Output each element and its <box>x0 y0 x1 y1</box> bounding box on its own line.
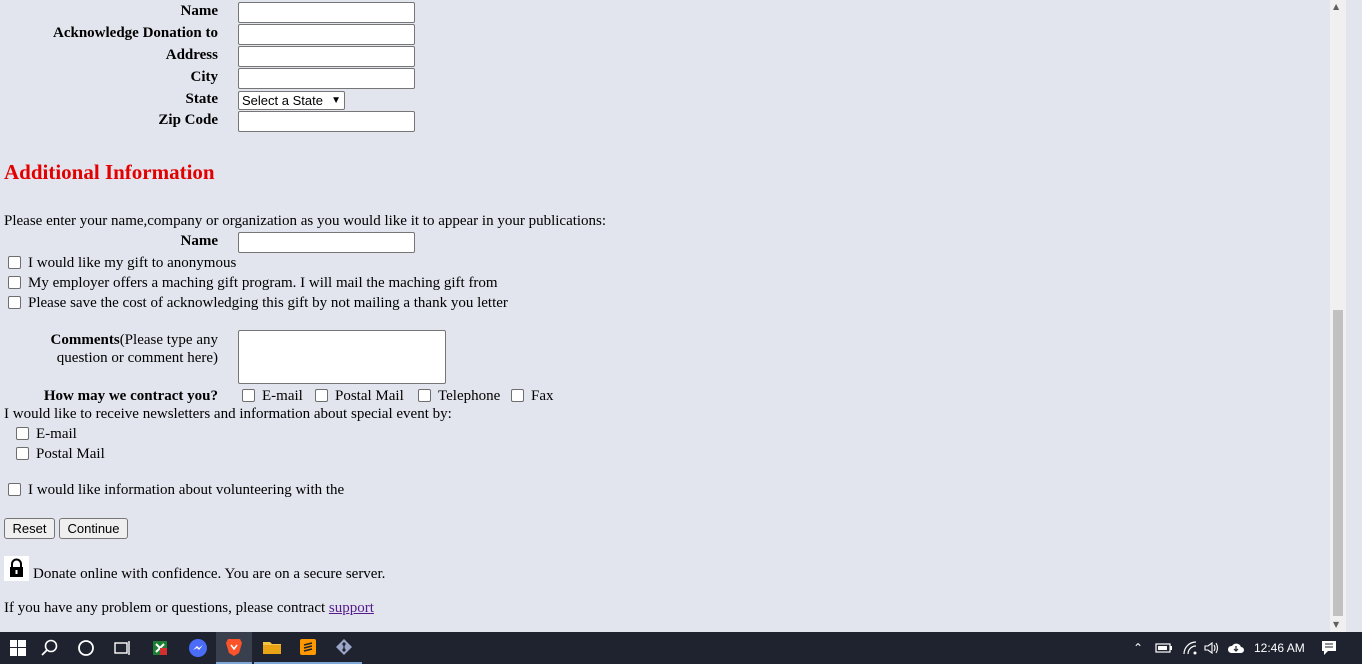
chevron-down-icon: ▼ <box>331 95 341 106</box>
intro-text: Please enter your name,company or organi… <box>4 213 607 229</box>
acknowledge-field[interactable] <box>238 24 415 45</box>
address-label: Address <box>165 47 218 63</box>
contact-email-label: E-mail <box>262 388 303 404</box>
cortana-icon[interactable] <box>68 632 104 664</box>
contact-telephone-checkbox[interactable] <box>418 389 431 402</box>
spreadsheet-app-icon[interactable] <box>142 632 178 664</box>
anonymous-checkbox[interactable] <box>8 256 21 269</box>
contact-telephone-label: Telephone <box>438 388 501 404</box>
save-cost-label: Please save the cost of acknowledging th… <box>28 295 508 311</box>
comments-label-bold: Comments <box>50 332 120 348</box>
contact-postal-checkbox[interactable] <box>315 389 328 402</box>
name-field[interactable] <box>238 2 415 23</box>
notification-center-icon[interactable] <box>1312 632 1346 664</box>
search-icon[interactable] <box>32 632 68 664</box>
comments-label: Comments(Please type any question or com… <box>51 331 218 367</box>
volunteer-checkbox[interactable] <box>8 483 21 496</box>
comments-label-rest: (Please type any <box>119 332 218 348</box>
zip-label: Zip Code <box>158 112 218 128</box>
city-field[interactable] <box>238 68 415 89</box>
reset-button[interactable]: Reset <box>4 518 55 539</box>
zip-field[interactable] <box>238 111 415 132</box>
volunteer-label: I would like information about volunteer… <box>28 482 345 498</box>
scrollbar-thumb[interactable] <box>1333 310 1343 616</box>
scroll-up-arrow-icon[interactable]: ▲ <box>1333 2 1339 11</box>
newsletter-postal-checkbox[interactable] <box>16 447 29 460</box>
scroll-down-arrow-icon[interactable]: ▼ <box>1333 620 1339 629</box>
newsletter-intro: I would like to receive newsletters and … <box>4 406 452 422</box>
city-label: City <box>190 69 219 85</box>
sublime-text-icon[interactable] <box>290 632 326 664</box>
lock-icon <box>4 556 29 581</box>
comments-label-line2: question or comment here) <box>56 350 218 366</box>
web-page: Name Acknowledge Donation to Address Cit… <box>0 0 1346 632</box>
task-view-icon[interactable] <box>104 632 140 664</box>
comments-textarea[interactable] <box>238 330 446 384</box>
newsletter-email-label: E-mail <box>36 426 77 442</box>
address-field[interactable] <box>238 46 415 67</box>
secure-text: Donate online with confidence. You are o… <box>33 566 386 582</box>
save-cost-checkbox[interactable] <box>8 296 21 309</box>
chevron-up-icon[interactable]: ⌃ <box>1124 632 1152 664</box>
section-heading: Additional Information <box>4 160 215 184</box>
contact-email-checkbox[interactable] <box>242 389 255 402</box>
file-explorer-icon[interactable] <box>254 632 290 664</box>
employer-label: My employer offers a maching gift progra… <box>28 275 498 291</box>
battery-icon[interactable] <box>1150 632 1178 664</box>
state-label: State <box>185 91 219 107</box>
vertical-scrollbar[interactable]: ▲ ▼ <box>1330 0 1346 632</box>
name-label: Name <box>180 3 219 19</box>
publication-name-label: Name <box>180 233 219 249</box>
messenger-icon[interactable] <box>180 632 216 664</box>
acknowledge-label: Acknowledge Donation to <box>52 25 218 41</box>
git-app-icon[interactable] <box>326 632 362 664</box>
support-text: If you have any problem or questions, pl… <box>4 600 374 617</box>
support-prefix: If you have any problem or questions, pl… <box>4 600 326 616</box>
contact-fax-label: Fax <box>531 388 554 404</box>
contact-fax-checkbox[interactable] <box>511 389 524 402</box>
continue-button[interactable]: Continue <box>59 518 128 539</box>
anonymous-label: I would like my gift to anonymous <box>28 255 237 271</box>
windows-start-icon[interactable] <box>0 632 36 664</box>
state-select[interactable]: Select a State ▼ <box>238 91 345 110</box>
contact-label: How may we contract you? <box>43 388 218 404</box>
clock-time[interactable]: 12:46 AM <box>1254 641 1305 655</box>
newsletter-email-checkbox[interactable] <box>16 427 29 440</box>
taskbar: ⌃ 12:46 AM <box>0 632 1362 664</box>
publication-name-field[interactable] <box>238 232 415 253</box>
employer-checkbox[interactable] <box>8 276 21 289</box>
newsletter-postal-label: Postal Mail <box>36 446 105 462</box>
state-select-value: Select a State <box>242 93 323 108</box>
support-link[interactable]: support <box>329 600 374 616</box>
onedrive-cloud-icon[interactable] <box>1222 632 1250 664</box>
contact-postal-label: Postal Mail <box>335 388 404 404</box>
brave-browser-icon[interactable] <box>216 632 252 664</box>
